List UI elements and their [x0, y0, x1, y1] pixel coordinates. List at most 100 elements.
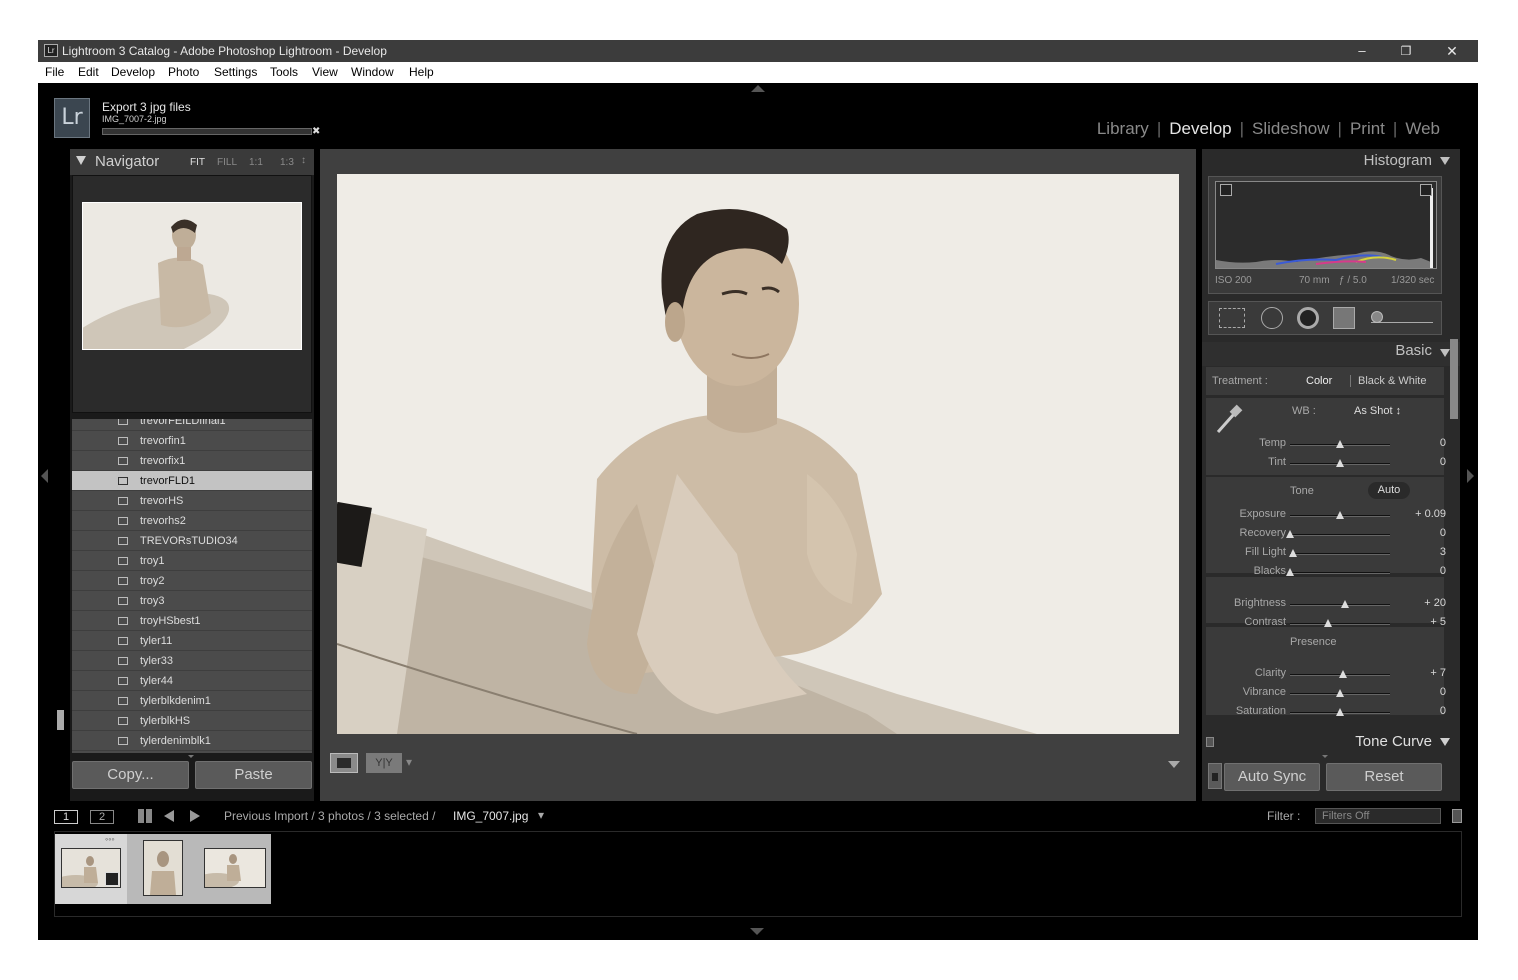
preset-item[interactable]: tyler33: [72, 651, 312, 671]
module-develop[interactable]: Develop: [1169, 119, 1231, 139]
preset-item[interactable]: trevorFLD1: [72, 471, 312, 491]
fill-light-track[interactable]: [1290, 553, 1390, 555]
preset-item[interactable]: troy1: [72, 551, 312, 571]
preset-item[interactable]: tylerdenimblk1: [72, 731, 312, 751]
tint-knob[interactable]: [1336, 459, 1344, 467]
filmstrip-thumb[interactable]: [127, 834, 199, 904]
graduated-filter-icon[interactable]: [1333, 307, 1355, 329]
grid-view-icon[interactable]: [138, 809, 152, 823]
clarity-knob[interactable]: [1339, 670, 1347, 678]
filter-select[interactable]: Filters Off: [1315, 808, 1441, 824]
module-print[interactable]: Print: [1350, 119, 1385, 139]
tone-curve-header[interactable]: Tone Curve: [1202, 733, 1460, 755]
collapse-bottom-arrow-icon[interactable]: [750, 928, 764, 935]
preset-item[interactable]: tylerblkHS: [72, 711, 312, 731]
histogram-graph[interactable]: [1215, 181, 1437, 269]
zoom-fill[interactable]: FILL: [217, 157, 237, 168]
brightness-knob[interactable]: [1341, 600, 1349, 608]
saturation-slider-row[interactable]: Saturation 0: [1202, 703, 1460, 722]
left-panel-scroll-thumb[interactable]: [57, 710, 64, 730]
blacks-value[interactable]: 0: [1440, 565, 1446, 577]
histogram-header[interactable]: Histogram: [1202, 152, 1460, 174]
menu-edit[interactable]: Edit: [78, 62, 99, 83]
right-panel-scrollbar[interactable]: [1450, 339, 1458, 419]
brightness-value[interactable]: + 20: [1424, 597, 1446, 609]
menu-develop[interactable]: Develop: [111, 62, 155, 83]
shadow-clipping-icon[interactable]: [1220, 184, 1232, 196]
navigator-header[interactable]: Navigator FIT FILL 1:1 1:3 ↕: [70, 149, 314, 175]
adjustment-brush-icon[interactable]: [1371, 311, 1433, 323]
vibrance-value[interactable]: 0: [1440, 686, 1446, 698]
clarity-slider-row[interactable]: Clarity + 7: [1202, 665, 1460, 684]
paste-button[interactable]: Paste: [195, 761, 312, 789]
zoom-ratio-stepper-icon[interactable]: ↕: [301, 155, 306, 166]
exposure-knob[interactable]: [1336, 511, 1344, 519]
right-panel-scroll-icon[interactable]: [1322, 755, 1328, 758]
auto-sync-button[interactable]: Auto Sync: [1224, 763, 1320, 791]
collapse-right-arrow-icon[interactable]: [1467, 469, 1474, 483]
clarity-value[interactable]: + 7: [1430, 667, 1446, 679]
module-web[interactable]: Web: [1405, 119, 1440, 139]
crop-tool-icon[interactable]: [1219, 308, 1245, 328]
treatment-color[interactable]: Color: [1306, 375, 1332, 387]
fill-light-slider-row[interactable]: Fill Light 3: [1202, 544, 1460, 563]
preset-item[interactable]: trevorFEILDfinal1: [72, 419, 312, 431]
recovery-value[interactable]: 0: [1440, 527, 1446, 539]
preset-item[interactable]: trevorfix1: [72, 451, 312, 471]
saturation-knob[interactable]: [1336, 708, 1344, 716]
spot-removal-tool-icon[interactable]: [1261, 307, 1283, 329]
preset-item[interactable]: trevorhs2: [72, 511, 312, 531]
current-file-name[interactable]: IMG_7007.jpg: [453, 809, 528, 823]
loupe-view-button[interactable]: [330, 753, 358, 773]
blacks-track[interactable]: [1290, 572, 1390, 574]
toolbar-menu-chevron-down-icon[interactable]: [1168, 761, 1180, 768]
preset-item[interactable]: trevorfin1: [72, 431, 312, 451]
histogram-collapse-icon[interactable]: [1440, 157, 1450, 165]
preset-item[interactable]: troyHSbest1: [72, 611, 312, 631]
source-path[interactable]: Previous Import / 3 photos / 3 selected …: [224, 809, 435, 823]
back-arrow-icon[interactable]: [164, 810, 174, 822]
exposure-slider-row[interactable]: Exposure + 0.09: [1202, 506, 1460, 525]
zoom-fit[interactable]: FIT: [190, 157, 205, 168]
treatment-black-white[interactable]: Black & White: [1358, 375, 1426, 387]
recovery-slider-row[interactable]: Recovery 0: [1202, 525, 1460, 544]
navigator-preview-image[interactable]: [82, 202, 302, 350]
menu-tools[interactable]: Tools: [270, 62, 298, 83]
zoom-one[interactable]: 1:1: [249, 157, 263, 168]
copy-button[interactable]: Copy...: [72, 761, 189, 789]
navigator-collapse-icon[interactable]: [76, 156, 86, 165]
auto-sync-toggle[interactable]: [1208, 763, 1222, 789]
menu-photo[interactable]: Photo: [168, 62, 199, 83]
highlight-clipping-icon[interactable]: [1420, 184, 1432, 196]
module-library[interactable]: Library: [1097, 119, 1149, 139]
collapse-top-arrow-icon[interactable]: [751, 85, 765, 92]
menu-settings[interactable]: Settings: [214, 62, 257, 83]
menu-view[interactable]: View: [312, 62, 338, 83]
preset-item[interactable]: tylerblkdenim1: [72, 691, 312, 711]
before-after-dropdown[interactable]: ▾: [406, 755, 412, 769]
preset-item[interactable]: troy2: [72, 571, 312, 591]
vibrance-knob[interactable]: [1336, 689, 1344, 697]
tone-auto-button[interactable]: Auto: [1368, 482, 1410, 499]
collapse-left-arrow-icon[interactable]: [41, 469, 48, 483]
recovery-track[interactable]: [1290, 534, 1390, 536]
tone-curve-toggle[interactable]: [1206, 737, 1214, 747]
fill-light-value[interactable]: 3: [1440, 546, 1446, 558]
reset-button[interactable]: Reset: [1326, 763, 1442, 791]
preset-item[interactable]: troy3: [72, 591, 312, 611]
preset-list-scroll-icon[interactable]: [188, 755, 194, 758]
before-after-button[interactable]: Y|Y: [366, 753, 402, 773]
temp-value[interactable]: 0: [1440, 437, 1446, 449]
wb-eyedropper-icon[interactable]: [1212, 402, 1246, 436]
preset-item[interactable]: tyler44: [72, 671, 312, 691]
vibrance-slider-row[interactable]: Vibrance 0: [1202, 684, 1460, 703]
main-photo[interactable]: [337, 174, 1179, 734]
recovery-knob[interactable]: [1286, 530, 1294, 538]
wb-select[interactable]: As Shot ↕: [1354, 405, 1401, 417]
brightness-slider-row[interactable]: Brightness + 20: [1202, 595, 1460, 614]
exposure-value[interactable]: + 0.09: [1415, 508, 1446, 520]
preset-item[interactable]: tyler11: [72, 631, 312, 651]
forward-arrow-icon[interactable]: [190, 810, 200, 822]
fill-light-knob[interactable]: [1289, 549, 1297, 557]
basic-header[interactable]: Basic: [1202, 342, 1460, 366]
